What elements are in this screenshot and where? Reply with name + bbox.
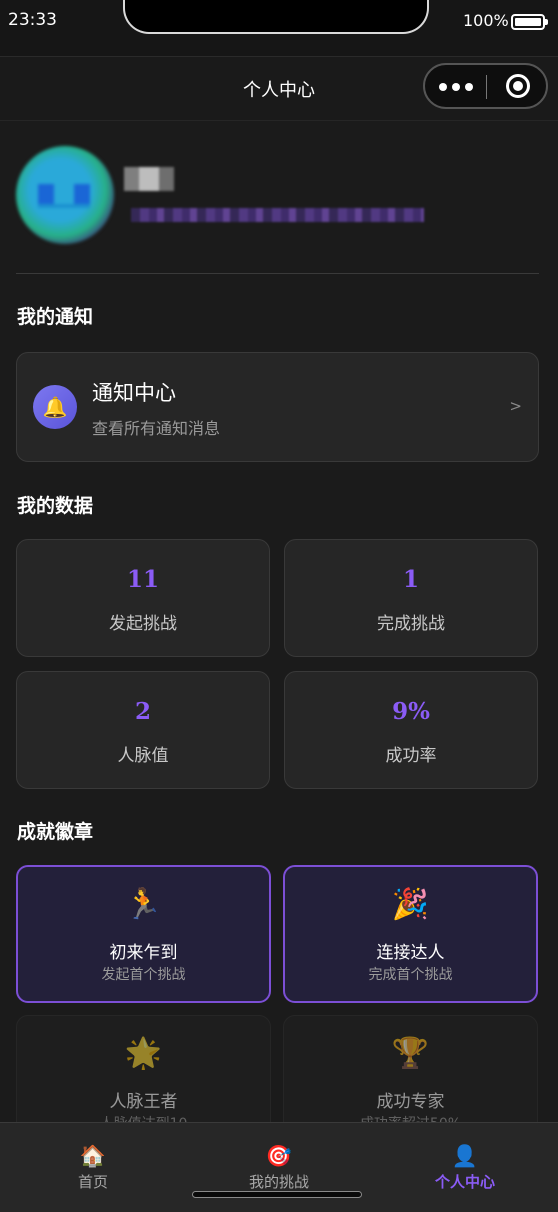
notification-center-card[interactable]: 🔔 通知中心 查看所有通知消息 > — [16, 352, 539, 462]
status-bar: 23:33 100% — [0, 0, 558, 56]
close-program-icon[interactable] — [506, 74, 530, 98]
stat-value: 11 — [126, 566, 159, 593]
stat-card-success-rate[interactable]: 9% 成功率 — [284, 671, 538, 789]
stat-card-challenges-completed[interactable]: 1 完成挑战 — [284, 539, 538, 657]
badge-name: 人脉王者 — [109, 1092, 178, 1112]
chevron-right-icon: > — [509, 397, 522, 415]
navigation-bar: 个人中心 — [0, 56, 558, 121]
runner-icon: 🏃 — [124, 887, 163, 922]
status-time: 23:33 — [8, 10, 57, 30]
stat-card-challenges-started[interactable]: 11 发起挑战 — [16, 539, 270, 657]
tab-my-challenges[interactable]: 🎯 我的挑战 — [186, 1143, 372, 1192]
stat-label: 发起挑战 — [109, 614, 177, 634]
badge-name: 连接达人 — [376, 943, 445, 963]
badge-card-newcomer[interactable]: 🏃 初来乍到 发起首个挑战 — [16, 865, 271, 1003]
stat-label: 成功率 — [385, 746, 437, 766]
battery-icon — [511, 14, 548, 30]
stat-value: 9% — [392, 698, 430, 725]
avatar[interactable] — [16, 146, 114, 244]
home-icon: 🏠 — [79, 1144, 107, 1168]
section-title-notifications: 我的通知 — [17, 306, 94, 328]
stat-label: 人脉值 — [117, 746, 169, 766]
tab-home[interactable]: 🏠 首页 — [0, 1143, 186, 1192]
badge-name: 初来乍到 — [109, 943, 178, 963]
bell-icon: 🔔 — [33, 385, 77, 429]
badge-card-connector[interactable]: 🎉 连接达人 完成首个挑战 — [283, 865, 538, 1003]
section-title-my-data: 我的数据 — [17, 495, 94, 517]
stat-card-connections[interactable]: 2 人脉值 — [16, 671, 270, 789]
phone-screen: 23:33 100% 个人中心 我的通知 🔔 通知中心 查看所有通知消息 > 我… — [0, 0, 558, 1212]
tab-profile[interactable]: 👤 个人中心 — [372, 1143, 558, 1192]
bottom-tab-bar: 🏠 首页 🎯 我的挑战 👤 个人中心 — [0, 1122, 558, 1212]
capsule-divider — [486, 75, 487, 99]
badge-name: 成功专家 — [376, 1092, 445, 1112]
badge-description: 完成首个挑战 — [368, 967, 453, 983]
party-popper-icon: 🎉 — [391, 887, 430, 922]
tab-label: 个人中心 — [434, 1173, 495, 1191]
trophy-icon: 🏆 — [391, 1036, 430, 1071]
target-icon: 🎯 — [265, 1144, 293, 1168]
stat-value: 2 — [134, 698, 151, 725]
stat-label: 完成挑战 — [377, 614, 445, 634]
section-title-badges: 成就徽章 — [17, 821, 94, 843]
profile-info-redacted — [131, 208, 424, 222]
mini-program-capsule — [423, 63, 548, 109]
notification-center-title: 通知中心 — [92, 381, 176, 405]
camera-notch — [123, 0, 429, 34]
more-menu-icon[interactable] — [439, 77, 475, 95]
user-icon: 👤 — [451, 1144, 479, 1168]
home-indicator[interactable] — [192, 1191, 362, 1198]
profile-divider — [16, 273, 539, 274]
tab-label: 我的挑战 — [248, 1173, 309, 1191]
tab-label: 首页 — [77, 1173, 108, 1191]
stat-value: 1 — [402, 566, 419, 593]
notification-center-subtitle: 查看所有通知消息 — [92, 419, 221, 438]
battery-percentage: 100% — [463, 11, 509, 30]
profile-name-redacted — [124, 167, 174, 191]
badge-description: 发起首个挑战 — [101, 967, 186, 983]
star-icon: 🌟 — [124, 1036, 163, 1071]
